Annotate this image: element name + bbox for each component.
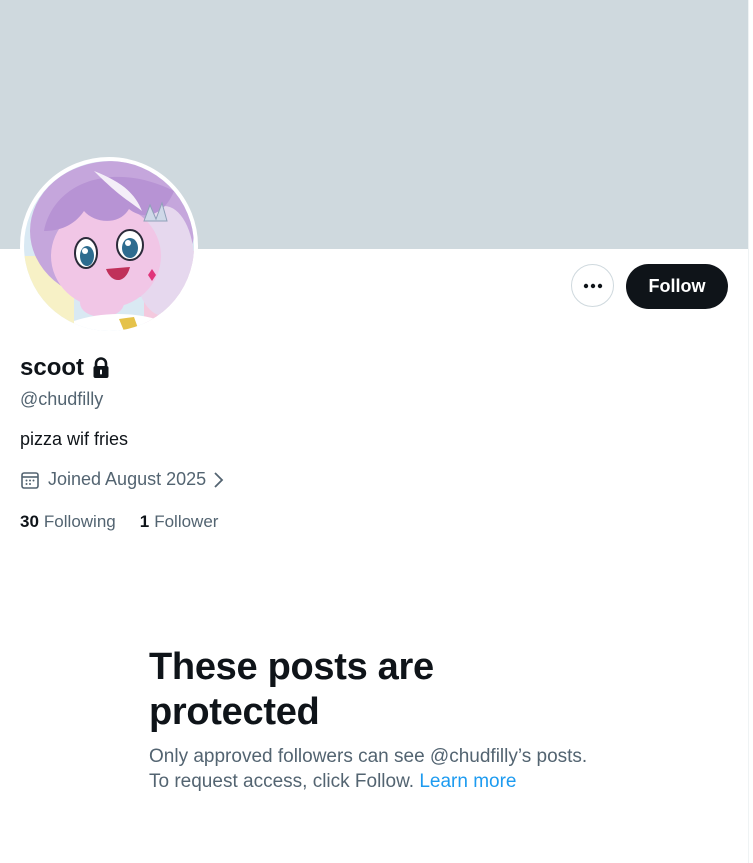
more-options-button[interactable] [571,264,614,307]
followers-count: 1 [139,512,150,531]
following-link[interactable]: 30 Following [20,512,116,532]
follow-button[interactable]: Follow [626,264,728,309]
protected-posts-title: These posts are protected [149,646,434,733]
protected-posts-description: Only approved followers can see @chudfil… [149,744,629,794]
protected-desc-line2-text: To request access, click Follow. [149,771,415,792]
bio-text: pizza wif fries [20,429,129,449]
joined-date[interactable]: Joined August 2025 [20,469,224,490]
avatar[interactable] [20,157,198,335]
column-border [748,0,749,863]
following-label: Following [43,512,116,531]
followers-link[interactable]: 1 Follower [140,512,219,532]
chevron-right-icon [212,471,224,489]
lock-icon [92,357,110,379]
learn-more-link[interactable]: Learn more [419,771,516,792]
followers-label: Follower [154,512,219,531]
calendar-icon [20,470,40,490]
follow-stats: 30 Following 1 Follower [20,512,242,532]
protected-desc-line2: To request access, click Follow. Learn m… [149,769,629,794]
follow-button-label: Follow [648,276,706,296]
user-handle: @chudfilly [20,389,104,409]
display-name-row: scoot [20,354,110,382]
joined-date-text: Joined August 2025 [48,469,207,489]
following-count: 30 [20,512,39,531]
display-name: scoot [20,354,85,381]
avatar-illustration [24,161,194,331]
protected-desc-line1: Only approved followers can see @chudfil… [149,746,588,767]
more-horizontal-icon [583,283,602,288]
